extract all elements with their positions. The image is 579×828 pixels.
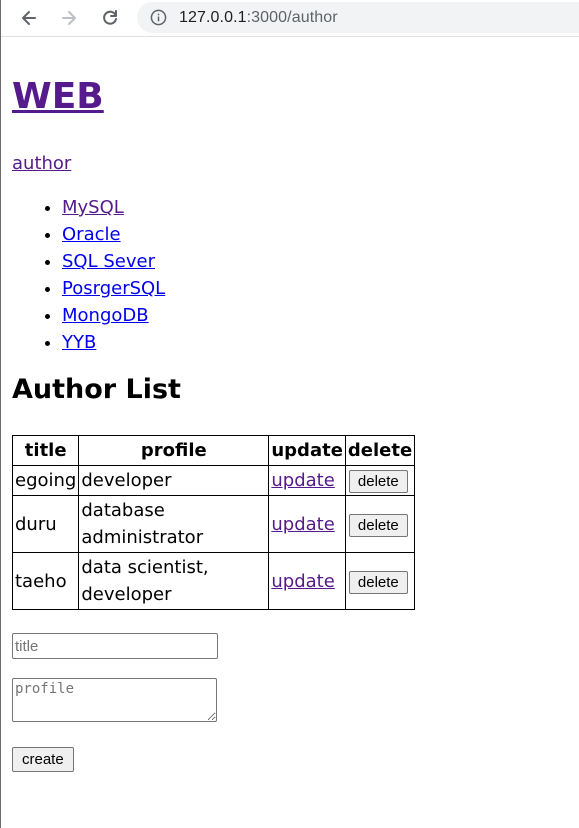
author-profile-cell: developer <box>78 465 270 496</box>
topic-link[interactable]: SQL Sever <box>62 251 155 272</box>
topic-link[interactable]: MySQL <box>62 197 124 218</box>
author-title-cell: egoing <box>11 465 80 496</box>
topic-link[interactable]: MongoDB <box>62 305 149 326</box>
site-title-link[interactable]: WEB <box>12 76 104 117</box>
author-list-heading: Author List <box>12 374 181 405</box>
author-title-cell: duru <box>11 495 80 553</box>
author-profile-cell: database administrator <box>78 495 270 553</box>
title-input[interactable] <box>12 633 218 659</box>
create-button[interactable]: create <box>12 747 74 772</box>
column-header: update <box>268 435 346 466</box>
table-header-row: title profile update delete <box>11 435 416 466</box>
browser-toolbar: 127.0.0.1:3000/author <box>1 0 579 37</box>
delete-cell: delete <box>344 495 416 553</box>
list-item: MongoDB <box>62 302 579 329</box>
update-link[interactable]: update <box>271 571 334 592</box>
list-item: SQL Sever <box>62 248 579 275</box>
arrow-left-icon <box>22 11 36 25</box>
arrow-right-icon <box>62 11 76 25</box>
delete-cell: delete <box>344 465 416 496</box>
list-item: YYB <box>62 329 579 356</box>
list-item: MySQL <box>62 194 579 221</box>
author-link[interactable]: author <box>12 152 71 176</box>
table-row: taeho data scientist, developer update de… <box>11 552 416 610</box>
site-title: WEB <box>12 73 579 121</box>
update-link[interactable]: update <box>271 514 334 535</box>
topic-link[interactable]: Oracle <box>62 224 121 245</box>
page-content: WEB author MySQL Oracle SQL Sever Posrge… <box>1 73 579 772</box>
address-bar[interactable]: 127.0.0.1:3000/author <box>137 2 579 33</box>
reload-icon <box>103 10 117 25</box>
submit-row: create <box>12 747 579 772</box>
table-row: egoing developer update delete <box>11 465 416 496</box>
author-title-cell: taeho <box>11 552 80 610</box>
update-cell: update <box>268 552 346 610</box>
author-table: title profile update delete egoing devel… <box>11 435 416 610</box>
column-header: title <box>11 435 80 466</box>
update-cell: update <box>268 465 346 496</box>
profile-textarea[interactable] <box>12 678 217 722</box>
column-header: delete <box>344 435 416 466</box>
back-button[interactable] <box>17 6 41 30</box>
delete-cell: delete <box>344 552 416 610</box>
topic-link[interactable]: YYB <box>62 332 96 353</box>
info-icon[interactable] <box>149 9 167 27</box>
reload-button[interactable] <box>98 6 122 30</box>
update-cell: update <box>268 495 346 553</box>
delete-button[interactable]: delete <box>348 513 408 537</box>
author-profile-cell: data scientist, developer <box>78 552 270 610</box>
profile-row <box>12 678 579 722</box>
table-row: duru database administrator update delete <box>11 495 416 553</box>
list-item: Oracle <box>62 221 579 248</box>
list-item: PosrgerSQL <box>62 275 579 302</box>
forward-button[interactable] <box>57 6 81 30</box>
title-row <box>12 633 579 659</box>
topic-list: MySQL Oracle SQL Sever PosrgerSQL MongoD… <box>12 194 579 356</box>
update-link[interactable]: update <box>271 470 334 491</box>
delete-button[interactable]: delete <box>348 570 408 594</box>
column-header: profile <box>78 435 270 466</box>
url-text: 127.0.0.1:3000/author <box>179 8 338 26</box>
topic-link[interactable]: PosrgerSQL <box>62 278 165 299</box>
delete-button[interactable]: delete <box>348 470 408 493</box>
